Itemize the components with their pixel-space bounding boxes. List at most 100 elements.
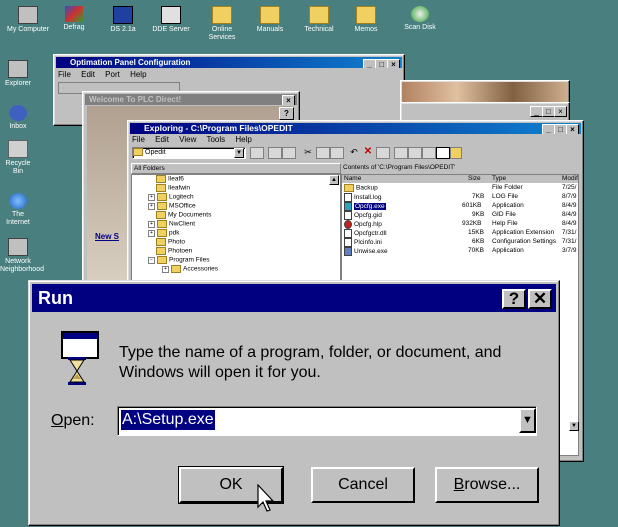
file-row[interactable]: Install.log 7KB LOG File 8/7/9 <box>344 193 576 202</box>
browse-button[interactable]: Browse... <box>435 467 539 503</box>
desktop-icon-manuals[interactable]: Manuals <box>242 6 298 34</box>
cut-icon[interactable]: ✂ <box>302 147 314 157</box>
run-message: Type the name of a program, folder, or d… <box>119 344 502 381</box>
computer-icon <box>18 6 38 24</box>
desktop-icon-network[interactable]: Network Neighborhood <box>0 238 44 274</box>
list-icon[interactable] <box>422 147 436 159</box>
close-button[interactable]: × <box>387 59 400 68</box>
close-button[interactable]: × <box>554 106 567 117</box>
file-size: 601KB <box>462 202 482 209</box>
desktop-icon-scan-disk[interactable]: Scan Disk <box>392 6 448 32</box>
close-button[interactable]: × <box>566 124 579 134</box>
help-button[interactable]: ? <box>502 289 526 309</box>
file-row[interactable]: Plcinfo.ini 6KB Configuration Settings 7… <box>344 238 576 247</box>
tree-item[interactable]: Photo <box>156 238 185 246</box>
help-button[interactable]: ? <box>279 107 294 120</box>
cancel-button[interactable]: Cancel <box>311 467 415 503</box>
tree-item[interactable]: − Program Files <box>148 256 209 264</box>
column-modified[interactable]: Modif <box>562 175 578 183</box>
file-row[interactable]: Opcfgctr.dll 15KB Application Extension … <box>344 229 576 238</box>
tree-item[interactable]: My Documents <box>156 211 211 219</box>
tree-scroll-up-button[interactable]: ▲ <box>329 175 339 185</box>
menu-tools[interactable]: Tools <box>206 135 225 144</box>
expand-icon[interactable]: + <box>162 265 169 273</box>
help-folder-icon[interactable] <box>450 147 462 159</box>
desktop-icon-label: Memos <box>354 26 378 33</box>
menu-edit[interactable]: Edit <box>81 70 95 79</box>
menu-file[interactable]: File <box>132 135 145 144</box>
column-name[interactable]: Name <box>344 175 361 183</box>
tree-item[interactable]: Photoen <box>156 247 192 255</box>
desktop-icon-recycle-bin[interactable]: Recycle Bin <box>0 140 36 176</box>
tree-item[interactable]: + MSOffice <box>148 202 196 210</box>
column-size[interactable]: Size <box>468 175 481 183</box>
desktop-icon-internet[interactable]: The Internet <box>0 193 36 227</box>
small-icons-icon[interactable] <box>408 147 422 159</box>
tree-item[interactable]: Ileaf6 <box>156 175 184 183</box>
collapse-icon[interactable]: − <box>148 256 155 264</box>
folder-combo[interactable]: Opedit <box>132 147 246 159</box>
optimation-titlebar[interactable]: Optimation Panel Configuration _ □ × <box>56 57 402 68</box>
close-button[interactable]: ✕ <box>528 289 552 309</box>
close-button[interactable]: × <box>282 95 295 105</box>
desktop-icon-explorer[interactable]: Explorer <box>0 60 36 88</box>
file-row-selected[interactable]: Opcfg.exe 601KB Application 8/4/9 <box>344 202 576 211</box>
details-icon[interactable] <box>436 147 450 159</box>
menu-file[interactable]: File <box>58 70 71 79</box>
folder-icon <box>156 211 166 219</box>
large-icons-icon[interactable] <box>394 147 408 159</box>
expand-icon[interactable]: + <box>148 193 155 201</box>
file-modified: 8/4/9 <box>562 211 577 218</box>
folder-icon <box>344 184 354 192</box>
tree-item[interactable]: + NwClient <box>148 220 195 228</box>
folder-icon <box>260 6 280 24</box>
menu-view[interactable]: View <box>179 135 196 144</box>
expand-icon[interactable]: + <box>148 229 155 237</box>
properties-icon[interactable] <box>376 147 390 159</box>
welcome-titlebar[interactable]: Welcome To PLC Direct! × <box>85 94 297 105</box>
list-scroll-down-button[interactable]: ▼ <box>569 421 579 431</box>
undo-icon[interactable]: ↶ <box>348 147 360 157</box>
menu-help[interactable]: Help <box>235 135 251 144</box>
tree-item-label: Photoen <box>168 247 193 255</box>
paste-icon[interactable] <box>330 147 344 159</box>
desktop-icon-label: Scan Disk <box>404 24 436 31</box>
file-row[interactable]: Backup File Folder 7/25/ <box>344 184 576 192</box>
delete-icon[interactable]: ✕ <box>362 147 374 157</box>
open-label: Open: <box>51 412 95 429</box>
menu-edit[interactable]: Edit <box>155 135 169 144</box>
tree-item[interactable]: + pdk <box>148 229 179 237</box>
file-row[interactable]: Opcfg.hlp 932KB Help File 8/4/9 <box>344 220 576 229</box>
file-row[interactable]: Unwise.exe 70KB Application 3/7/9 <box>344 247 576 256</box>
column-type[interactable]: Type <box>492 175 506 183</box>
all-folders-header: All Folders <box>131 163 341 174</box>
tree-item[interactable]: + Logitech <box>148 193 194 201</box>
open-label-rest: pen: <box>63 412 95 429</box>
expand-icon[interactable]: + <box>148 220 155 228</box>
copy-icon[interactable] <box>316 147 330 159</box>
tree-item[interactable]: Ileafwin <box>156 184 190 192</box>
file-size: 932KB <box>462 220 482 227</box>
menu-port[interactable]: Port <box>105 70 120 79</box>
help-file-icon <box>344 220 352 229</box>
folder-combo-dropdown-button[interactable]: ▼ <box>234 148 244 158</box>
expand-icon[interactable]: + <box>148 202 155 210</box>
desktop-icon-inbox[interactable]: Inbox <box>0 105 36 131</box>
explorer-titlebar[interactable]: Exploring - C:\Program Files\OPEDIT _ □ … <box>130 123 581 134</box>
desktop-icon-defrag[interactable]: Defrag <box>46 6 102 32</box>
run-titlebar[interactable]: Run ? ✕ <box>32 284 556 312</box>
map-drive-icon[interactable] <box>268 147 282 159</box>
file-row[interactable]: Opcfg.gid 9KB GID File 8/4/9 <box>344 211 577 220</box>
tree-item[interactable]: + Accessories <box>162 265 218 273</box>
run-dialog[interactable]: Run ? ✕ Type the name of a program, fold… <box>28 280 560 526</box>
desktop-icon-memos[interactable]: Memos <box>338 6 394 34</box>
open-dropdown-button[interactable]: ▼ <box>519 408 536 433</box>
disconnect-drive-icon[interactable] <box>282 147 296 159</box>
up-folder-icon[interactable] <box>250 147 264 159</box>
folder-combo-value: Opedit <box>145 149 166 156</box>
tree-item-label: pdk <box>169 229 180 237</box>
menu-help[interactable]: Help <box>130 70 146 79</box>
open-input[interactable]: A:\Setup.exe <box>117 406 537 436</box>
desktop-icon-dde-server[interactable]: DDE Server <box>143 6 199 34</box>
folder-icon <box>157 220 167 228</box>
